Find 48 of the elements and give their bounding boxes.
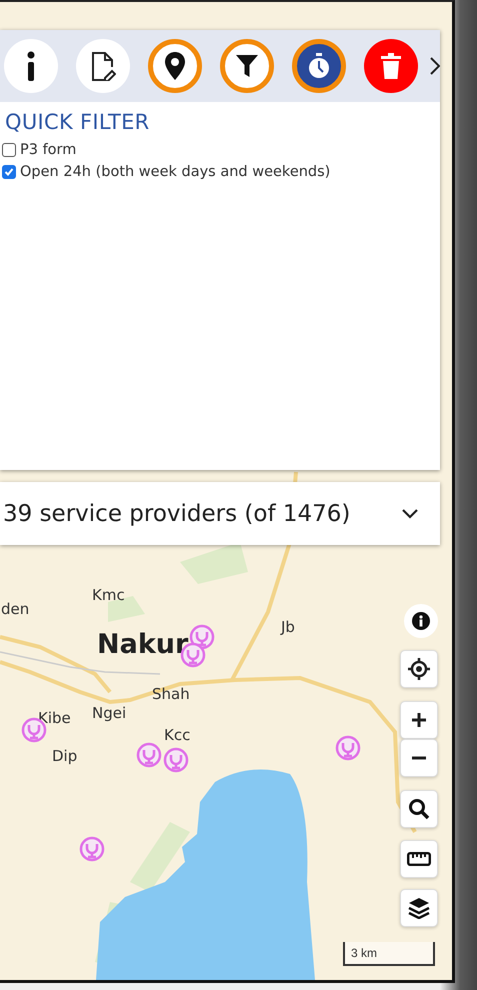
measure-button[interactable] — [400, 840, 438, 878]
minus-icon — [411, 756, 427, 760]
place-label: Kmc — [92, 586, 125, 604]
zoom-in-button[interactable] — [400, 701, 438, 739]
document-edit-icon — [90, 51, 116, 81]
chevron-right-icon[interactable] — [430, 57, 440, 75]
target-icon — [408, 658, 430, 680]
park-area — [180, 542, 248, 584]
stopwatch-icon — [308, 52, 330, 80]
layers-button[interactable] — [400, 889, 438, 927]
timer-button[interactable] — [292, 39, 346, 93]
delete-button[interactable] — [364, 39, 418, 93]
map-marker-icon[interactable] — [335, 735, 361, 761]
place-label: Ngei — [92, 704, 126, 722]
filter-icon — [235, 53, 259, 79]
results-dropdown[interactable]: 39 service providers (of 1476) — [0, 482, 440, 545]
map-marker-icon[interactable] — [136, 742, 162, 768]
location-button[interactable] — [148, 39, 202, 93]
park-area — [130, 822, 190, 892]
ruler-icon — [407, 852, 431, 866]
place-label: Nakur — [97, 629, 188, 660]
layers-icon — [408, 897, 430, 919]
map-marker-icon[interactable] — [79, 836, 105, 862]
trash-icon — [380, 53, 402, 79]
checkbox-label: Open 24h (both week days and weekends) — [20, 164, 330, 180]
zoom-out-button[interactable] — [400, 739, 438, 777]
map-marker-icon[interactable] — [163, 747, 189, 773]
place-label: Kibe — [38, 709, 71, 727]
place-label: Shah — [152, 685, 190, 703]
info-icon — [26, 51, 36, 81]
chevron-icon — [402, 508, 418, 518]
place-label: Dip — [52, 747, 78, 765]
plus-icon — [411, 712, 427, 728]
locate-button[interactable] — [400, 650, 438, 688]
info-button[interactable] — [404, 604, 438, 638]
filter-button[interactable] — [220, 39, 274, 93]
scale-bar: 3 km — [343, 942, 435, 966]
info-icon — [412, 612, 430, 630]
checkbox-label: P3 form — [20, 142, 76, 158]
location-pin-icon — [164, 51, 186, 81]
section-title: QUICK FILTER — [5, 110, 151, 134]
checkbox[interactable] — [2, 143, 16, 157]
place-label: Kcc — [164, 726, 190, 744]
search-icon — [408, 798, 430, 820]
place-label: Jb — [281, 618, 295, 636]
place-label: den — [1, 600, 30, 618]
search-button[interactable] — [400, 790, 438, 828]
checkbox[interactable] — [2, 165, 16, 179]
